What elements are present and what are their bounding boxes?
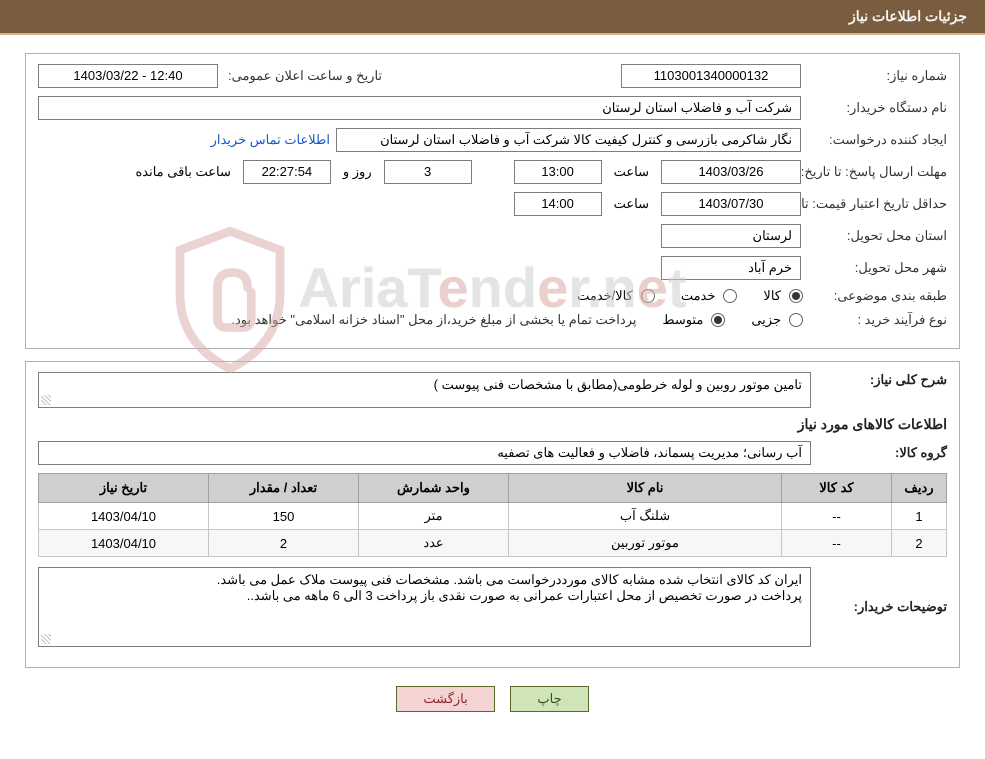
validity-label: حداقل تاریخ اعتبار قیمت: تا تاریخ: [807, 197, 947, 211]
resize-grip-icon[interactable] [41, 634, 51, 644]
deadline-date-field: 1403/03/26 [661, 160, 801, 184]
radio-goods-service-label: کالا/خدمت [555, 288, 637, 304]
cell-code: -- [782, 530, 892, 557]
radio-service[interactable] [723, 289, 737, 303]
days-and-label: روز و [337, 164, 378, 180]
buyer-org-field: شرکت آب و فاضلاب استان لرستان [38, 96, 801, 120]
time-label-2: ساعت [608, 196, 655, 212]
cell-idx: 2 [892, 530, 947, 557]
group-field: آب رسانی؛ مدیریت پسماند، فاضلاب و فعالیت… [38, 441, 811, 465]
desc-text: تامین موتور روبین و لوله خرطومی(مطابق با… [434, 377, 802, 392]
time-label-1: ساعت [608, 164, 655, 180]
group-label: گروه کالا: [817, 445, 947, 461]
remaining-label: ساعت باقی مانده [129, 164, 236, 180]
radio-medium[interactable] [711, 313, 725, 327]
buyer-contact-link[interactable]: اطلاعات تماس خریدار [211, 132, 330, 148]
process-note: پرداخت تمام یا بخشی از مبلغ خرید،از محل … [231, 312, 636, 328]
page-title-bar: جزئیات اطلاعات نیاز [0, 0, 985, 33]
radio-goods-service[interactable] [641, 289, 655, 303]
buyer-notes-text: ایران کد کالای انتخاب شده مشابه کالای مو… [47, 572, 802, 604]
th-qty: تعداد / مقدار [209, 474, 359, 503]
radio-goods-label: کالا [741, 288, 785, 304]
radio-medium-label: متوسط [640, 312, 707, 328]
cell-name: شلنگ آب [509, 503, 782, 530]
cell-date: 1403/04/10 [39, 503, 209, 530]
back-button[interactable]: بازگشت [396, 686, 494, 712]
need-no-field: 1103001340000132 [621, 64, 801, 88]
radio-service-label: خدمت [659, 288, 720, 304]
category-label: طبقه بندی موضوعی: [807, 288, 947, 304]
cell-qty: 2 [209, 530, 359, 557]
radio-partial-label: جزیی [729, 312, 785, 328]
province-field: لرستان [661, 224, 801, 248]
city-field: خرم آباد [661, 256, 801, 280]
buyer-notes-label: توضیحات خریدار: [817, 599, 947, 615]
th-name: نام کالا [509, 474, 782, 503]
cell-code: -- [782, 503, 892, 530]
cell-unit: عدد [359, 530, 509, 557]
validity-time-field: 14:00 [514, 192, 602, 216]
th-idx: ردیف [892, 474, 947, 503]
cell-name: موتور توربین [509, 530, 782, 557]
need-info-panel: شماره نیاز: 1103001340000132 تاریخ و ساع… [25, 53, 960, 349]
table-row: 2--موتور توربینعدد21403/04/10 [39, 530, 947, 557]
th-code: کد کالا [782, 474, 892, 503]
resize-grip-icon[interactable] [41, 395, 51, 405]
requester-label: ایجاد کننده درخواست: [807, 132, 947, 148]
radio-partial[interactable] [789, 313, 803, 327]
requester-field: نگار شاکرمی بازرسی و کنترل کیفیت کالا شر… [336, 128, 801, 152]
province-label: استان محل تحویل: [807, 228, 947, 244]
th-unit: واحد شمارش [359, 474, 509, 503]
radio-goods[interactable] [789, 289, 803, 303]
page-title: جزئیات اطلاعات نیاز [849, 8, 967, 24]
announce-label: تاریخ و ساعت اعلان عمومی: [224, 68, 382, 84]
print-button[interactable]: چاپ [510, 686, 588, 712]
countdown-field: 22:27:54 [243, 160, 331, 184]
deadline-label: مهلت ارسال پاسخ: تا تاریخ: [807, 165, 947, 179]
items-section-title: اطلاعات کالاهای مورد نیاز [38, 416, 947, 433]
items-table: ردیف کد کالا نام کالا واحد شمارش تعداد /… [38, 473, 947, 557]
process-label: نوع فرآیند خرید : [807, 312, 947, 328]
buyer-org-label: نام دستگاه خریدار: [807, 100, 947, 116]
need-no-label: شماره نیاز: [807, 68, 947, 84]
days-remaining-field: 3 [384, 160, 472, 184]
need-items-panel: شرح کلی نیاز: تامین موتور روبین و لوله خ… [25, 361, 960, 668]
deadline-time-field: 13:00 [514, 160, 602, 184]
cell-date: 1403/04/10 [39, 530, 209, 557]
desc-label: شرح کلی نیاز: [817, 372, 947, 388]
cell-idx: 1 [892, 503, 947, 530]
table-row: 1--شلنگ آبمتر1501403/04/10 [39, 503, 947, 530]
desc-textarea[interactable]: تامین موتور روبین و لوله خرطومی(مطابق با… [38, 372, 811, 408]
button-row: چاپ بازگشت [25, 680, 960, 716]
buyer-notes-textarea[interactable]: ایران کد کالای انتخاب شده مشابه کالای مو… [38, 567, 811, 647]
city-label: شهر محل تحویل: [807, 260, 947, 276]
validity-date-field: 1403/07/30 [661, 192, 801, 216]
announce-field: 1403/03/22 - 12:40 [38, 64, 218, 88]
th-date: تاریخ نیاز [39, 474, 209, 503]
cell-unit: متر [359, 503, 509, 530]
cell-qty: 150 [209, 503, 359, 530]
